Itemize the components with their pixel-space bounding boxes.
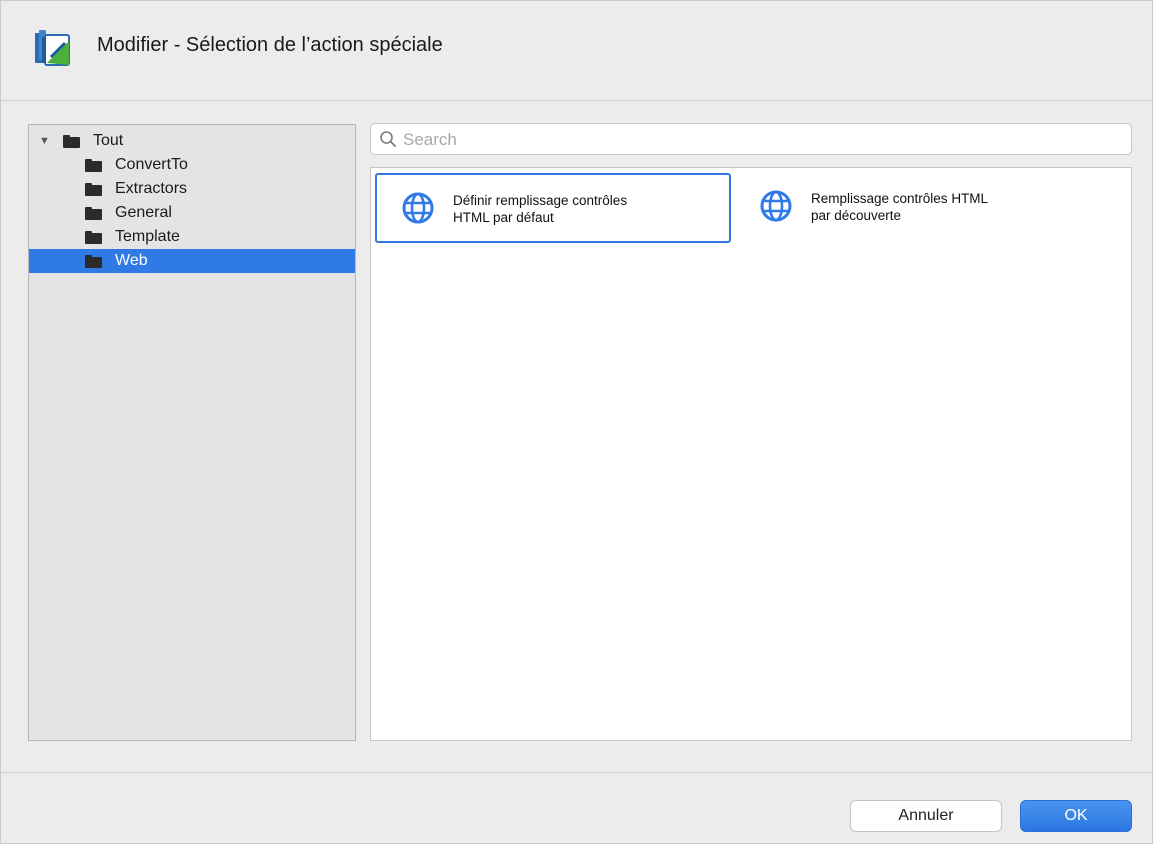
tree-item-label: General [115,204,172,221]
cancel-button[interactable]: Annuler [850,800,1002,832]
dialog-window: Modifier - Sélection de l’action spécial… [0,0,1153,844]
tree-item-extractors[interactable]: Extractors [29,177,355,201]
actions-grid: Définir remplissage contrôles HTML par d… [370,167,1132,741]
action-item-html-fill-discovery[interactable]: Remplissage contrôles HTML par découvert… [735,173,1091,243]
footer-divider [1,772,1152,773]
folder-icon [85,182,102,196]
action-label: Remplissage contrôles HTML par découvert… [811,191,989,223]
ok-button[interactable]: OK [1020,800,1132,832]
dialog-title: Modifier - Sélection de l’action spécial… [97,34,443,56]
globe-icon [401,191,435,225]
tree-item-label: Template [115,228,180,245]
action-label: Définir remplissage contrôles HTML par d… [453,193,628,225]
tree-item-label: Extractors [115,180,188,197]
folder-icon [85,254,102,268]
tree-item-general[interactable]: General [29,201,355,225]
folder-icon [85,230,102,244]
disclosure-triangle-icon[interactable]: ▼ [39,135,50,147]
folder-icon [85,206,102,220]
search-field[interactable] [370,123,1132,155]
tree-item-web[interactable]: Web [29,249,355,273]
app-logo-icon [33,27,77,71]
category-tree[interactable]: ▼ Tout ConvertTo Extractors General Temp… [28,124,356,741]
folder-icon [63,134,80,148]
folder-icon [85,158,102,172]
tree-item-template[interactable]: Template [29,225,355,249]
action-item-default-html-fill[interactable]: Définir remplissage contrôles HTML par d… [375,173,731,243]
tree-item-convertto[interactable]: ConvertTo [29,153,355,177]
tree-item-label: ConvertTo [115,156,188,173]
tree-item-label: Tout [93,132,124,149]
search-icon [379,130,397,148]
dialog-header: Modifier - Sélection de l’action spécial… [1,1,1152,101]
tree-item-tout[interactable]: ▼ Tout [29,129,355,153]
search-input[interactable] [401,127,1125,153]
globe-icon [759,189,793,223]
tree-item-label: Web [115,252,148,269]
